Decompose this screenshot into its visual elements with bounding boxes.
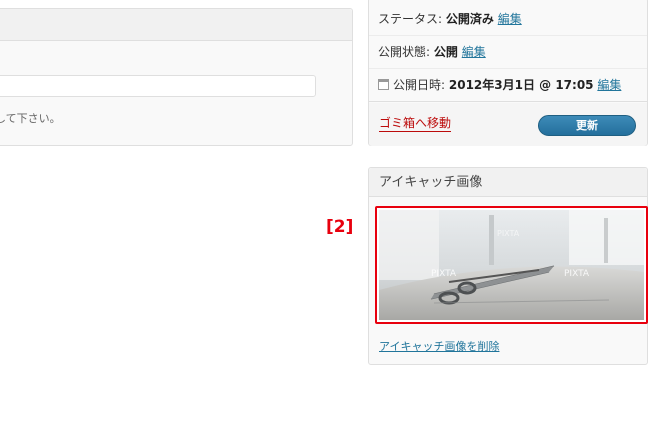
visibility-value: 公開	[433, 45, 458, 59]
update-button[interactable]: 更新	[538, 115, 636, 136]
remove-featured-image-link[interactable]: アイキャッチ画像を削除	[379, 338, 499, 354]
text-field[interactable]	[0, 75, 316, 97]
visibility-edit-link[interactable]: 編集	[462, 45, 486, 59]
move-to-trash-link[interactable]: ゴミ箱へ移動	[379, 116, 452, 132]
watermark-right: PIXTA	[564, 269, 590, 279]
status-row: ステータス: 公開済み 編集	[369, 3, 647, 36]
status-label: ステータス:	[378, 12, 443, 26]
visibility-row: 公開状態: 公開 編集	[369, 36, 647, 69]
status-edit-link[interactable]: 編集	[498, 12, 522, 26]
editor-panel: 記述して下さい。	[0, 8, 353, 146]
featured-image-thumbnail[interactable]: PIXTA PIXTA PIXTA	[375, 206, 648, 324]
visibility-label: 公開状態:	[378, 45, 431, 59]
editor-hint: 記述して下さい。	[0, 112, 61, 125]
date-edit-link[interactable]: 編集	[597, 78, 621, 92]
scissors-photo: PIXTA PIXTA PIXTA	[379, 210, 644, 320]
status-value: 公開済み	[445, 12, 494, 26]
featured-image-box: アイキャッチ画像 PIXTA PIXTA PIXTA アイキャッチ画像を削除	[368, 167, 648, 365]
publish-box: ステータス: 公開済み 編集 公開状態: 公開 編集 公開日時: 2012年3月…	[368, 0, 648, 146]
watermark-left: PIXTA	[431, 269, 457, 279]
publish-date-row: 公開日時: 2012年3月1日 @ 17:05 編集	[369, 69, 647, 102]
featured-image-title: アイキャッチ画像	[369, 168, 647, 197]
watermark-top: PIXTA	[497, 229, 520, 238]
annotation-marker: [2]	[326, 217, 354, 237]
calendar-icon	[378, 79, 389, 90]
editor-panel-header	[0, 9, 352, 41]
publish-actions: ゴミ箱へ移動 更新	[369, 103, 647, 146]
date-label: 公開日時:	[393, 78, 446, 92]
date-value: 2012年3月1日 @ 17:05	[448, 78, 594, 92]
